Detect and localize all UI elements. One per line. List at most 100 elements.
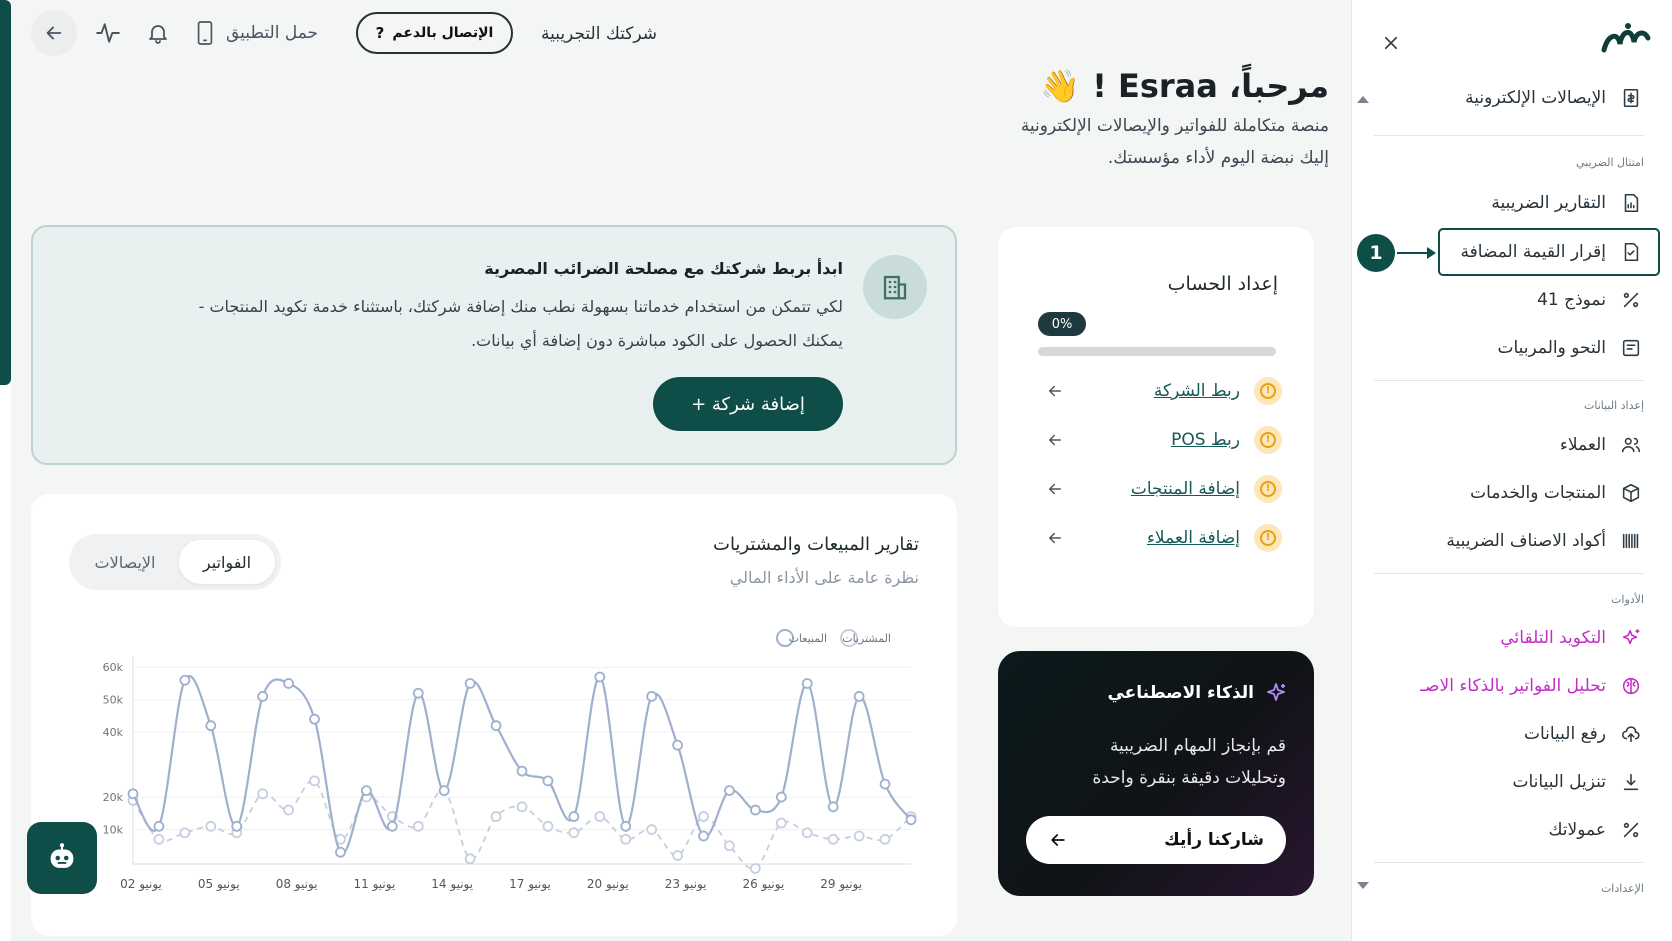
purchases-point[interactable] <box>827 833 839 845</box>
sidebar-item[interactable]: العملاء <box>1560 427 1642 463</box>
sales-point[interactable] <box>827 801 839 813</box>
sales-point[interactable] <box>283 678 295 689</box>
purchases-point[interactable] <box>490 811 502 822</box>
sales-point[interactable] <box>646 691 658 702</box>
sales-point[interactable] <box>620 820 632 832</box>
tab-invoices[interactable]: الفواتير <box>179 540 275 584</box>
sidebar-item[interactable]: عمولاتك <box>1548 812 1642 848</box>
download-app-link[interactable]: حمل التطبيق <box>194 18 318 48</box>
sales-point[interactable] <box>179 674 191 686</box>
y-tick-label: 50k <box>103 694 124 707</box>
purchases-point[interactable] <box>620 833 632 845</box>
sales-point[interactable] <box>672 739 683 751</box>
feedback-button[interactable]: شاركنا رأيك <box>1026 816 1286 864</box>
purchases-point[interactable] <box>283 804 295 816</box>
purchases-point[interactable] <box>853 830 865 842</box>
setup-item[interactable]: ! إضافة المنتجات <box>1046 473 1282 505</box>
purchases-point[interactable] <box>464 853 476 865</box>
legend-label: المشتريات <box>842 632 891 645</box>
sidebar-item[interactable]: تحليل الفواتير بالذكاء الاصـ <box>1420 668 1642 704</box>
purchases-point[interactable] <box>153 833 165 845</box>
sales-point[interactable] <box>724 785 735 796</box>
setup-item-link[interactable]: ربط الشركة <box>1154 381 1240 401</box>
sidebar-item[interactable]: نموذج 41 <box>1537 282 1642 318</box>
sidebar-item-label: نموذج 41 <box>1537 290 1606 310</box>
purchases-point[interactable] <box>646 824 658 835</box>
sales-point[interactable] <box>542 775 554 787</box>
purchases-point[interactable] <box>724 840 735 852</box>
sales-point[interactable] <box>257 691 269 702</box>
purchases-point[interactable] <box>750 863 761 874</box>
back-button[interactable] <box>31 10 77 56</box>
purchases-point[interactable] <box>698 811 709 822</box>
sales-point[interactable] <box>775 791 787 803</box>
setup-item[interactable]: ! ربط POS <box>1046 424 1282 456</box>
setup-item-link[interactable]: إضافة العملاء <box>1147 528 1240 548</box>
sidebar-item-label: عمولاتك <box>1548 820 1606 840</box>
report-subtitle: نظرة عامة على الأداء المالي <box>729 568 919 587</box>
sales-point[interactable] <box>698 830 709 842</box>
sidebar-item[interactable]: رفع البيانات <box>1524 716 1642 752</box>
purchases-point[interactable] <box>775 817 787 829</box>
company-selector[interactable]: شركتك التجريبية <box>523 20 675 48</box>
close-sidebar-button[interactable] <box>1376 28 1406 58</box>
tab-receipts[interactable]: الإيصالات <box>75 540 175 584</box>
sales-point[interactable] <box>516 765 528 777</box>
sales-point[interactable] <box>153 820 165 832</box>
sales-point[interactable] <box>853 691 865 702</box>
add-company-button[interactable]: + إضافة شركة <box>653 377 843 431</box>
sales-point[interactable] <box>335 846 346 858</box>
sidebar-item[interactable]: التكويد التلقائي <box>1500 620 1642 656</box>
setup-item-link[interactable]: إضافة المنتجات <box>1131 479 1240 499</box>
purchases-point[interactable] <box>257 788 269 800</box>
sidebar-item[interactable]: تنزيل البيانات <box>1512 764 1642 800</box>
purchases-point[interactable] <box>568 827 580 839</box>
banner-text1: لكي تتمكن من استخدام خدماتنا بسهولة نطب … <box>198 297 843 316</box>
sales-point[interactable] <box>801 678 813 689</box>
setup-item[interactable]: ! ربط الشركة <box>1046 375 1282 407</box>
sidebar-item[interactable]: التقارير الضريبية <box>1491 185 1642 221</box>
sales-point[interactable] <box>360 785 372 796</box>
sales-point[interactable] <box>309 713 320 725</box>
sales-point[interactable] <box>568 811 580 822</box>
sidebar-item[interactable]: الإيصالات الإلكترونية <box>1465 80 1642 116</box>
sidebar-item[interactable]: التحو والمربيات <box>1497 330 1642 366</box>
sales-point[interactable] <box>438 785 450 796</box>
sales-point[interactable] <box>879 778 891 790</box>
sales-point[interactable] <box>464 678 476 689</box>
cube-icon <box>1620 482 1642 504</box>
sales-point[interactable] <box>594 671 606 683</box>
scroll-up-icon[interactable] <box>1357 96 1369 103</box>
sales-point[interactable] <box>905 814 917 826</box>
sales-point[interactable] <box>205 720 217 732</box>
purchases-point[interactable] <box>516 801 528 813</box>
purchases-point[interactable] <box>412 820 424 832</box>
sales-point[interactable] <box>127 788 139 800</box>
contact-support-button[interactable]: ? الإتصال بالدعم <box>356 12 513 54</box>
sidebar-item[interactable]: المنتجات والخدمات <box>1470 475 1642 511</box>
purchases-point[interactable] <box>801 827 813 839</box>
purchases-point[interactable] <box>179 827 191 839</box>
sales-point[interactable] <box>490 720 502 732</box>
setup-item[interactable]: ! إضافة العملاء <box>1046 522 1282 554</box>
purchases-point[interactable] <box>879 833 891 845</box>
purchases-point[interactable] <box>542 820 554 832</box>
notifications-button[interactable] <box>143 18 173 48</box>
sales-point[interactable] <box>750 804 761 816</box>
welcome-line2: إليك نبضة اليوم لأداء مؤسستك. <box>1107 148 1329 168</box>
sidebar-item[interactable]: أكواد الاصناف الضريبية <box>1446 523 1642 559</box>
purchases-point[interactable] <box>672 850 683 861</box>
sales-point[interactable] <box>231 820 243 832</box>
purchases-point[interactable] <box>594 811 606 822</box>
chatbot-button[interactable] <box>27 822 97 894</box>
scroll-down-icon[interactable] <box>1357 882 1369 889</box>
document-icon <box>1620 337 1642 359</box>
setup-item-link[interactable]: ربط POS <box>1171 430 1240 450</box>
sales-point[interactable] <box>386 820 398 832</box>
activity-button[interactable] <box>93 18 123 48</box>
purchases-point[interactable] <box>309 775 320 787</box>
purchases-point[interactable] <box>205 820 217 832</box>
scroll-indicator[interactable] <box>0 0 11 385</box>
sales-point[interactable] <box>412 687 424 699</box>
welcome-title-text: مرحباً، Esraa ! <box>1092 67 1329 105</box>
